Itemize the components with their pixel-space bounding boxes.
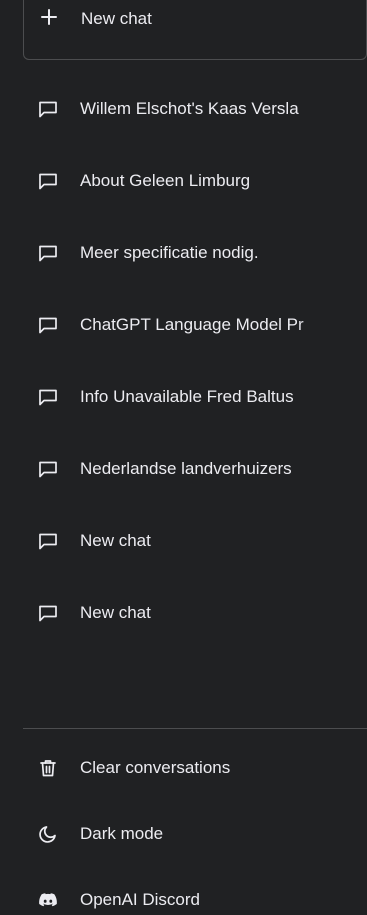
chat-history-item[interactable]: New chat xyxy=(0,577,367,649)
chat-history-label: Willem Elschot's Kaas Versla xyxy=(80,99,299,118)
openai-discord-link[interactable]: OpenAI Discord xyxy=(0,872,367,915)
plus-icon xyxy=(41,9,57,25)
chat-history-label: About Geleen Limburg xyxy=(80,171,251,190)
chat-bubble-icon xyxy=(39,317,57,334)
new-chat-button[interactable]: New chat xyxy=(23,0,367,60)
chat-history-label: Meer specificatie nodig. xyxy=(80,243,259,262)
divider xyxy=(23,728,367,729)
clear-conversations-button[interactable]: Clear conversations xyxy=(0,740,367,796)
discord-icon xyxy=(39,893,57,907)
chat-history-item[interactable]: Meer specificatie nodig. xyxy=(0,217,367,289)
chat-history-label: ChatGPT Language Model Pr xyxy=(80,315,304,334)
dark-mode-label: Dark mode xyxy=(80,824,164,843)
openai-discord-label: OpenAI Discord xyxy=(80,890,200,909)
chat-history-item[interactable]: New chat xyxy=(0,505,367,577)
trash-icon xyxy=(40,760,56,777)
dark-mode-toggle[interactable]: Dark mode xyxy=(0,806,367,862)
chat-bubble-icon xyxy=(39,389,57,406)
chat-bubble-icon xyxy=(39,605,57,622)
chat-history-label: New chat xyxy=(80,531,151,550)
chat-history-item[interactable]: Info Unavailable Fred Baltus xyxy=(0,361,367,433)
chat-history-item[interactable]: ChatGPT Language Model Pr xyxy=(0,289,367,361)
chat-history-label: Info Unavailable Fred Baltus xyxy=(80,387,294,406)
sidebar: New chat Willem Elschot's Kaas Versla Ab… xyxy=(0,0,367,915)
chat-history-label: Nederlandse landverhuizers xyxy=(80,459,292,478)
chat-history-item[interactable]: Nederlandse landverhuizers xyxy=(0,433,367,505)
chat-history-label: New chat xyxy=(80,603,151,622)
new-chat-label: New chat xyxy=(81,9,152,28)
moon-icon xyxy=(39,826,56,843)
chat-bubble-icon xyxy=(39,533,57,550)
chat-history-item[interactable]: Willem Elschot's Kaas Versla xyxy=(0,73,367,145)
chat-bubble-icon xyxy=(39,173,57,190)
clear-conversations-label: Clear conversations xyxy=(80,758,231,777)
chat-bubble-icon xyxy=(39,245,57,262)
chat-bubble-icon xyxy=(39,461,57,478)
chat-bubble-icon xyxy=(39,101,57,118)
chat-history-list: Willem Elschot's Kaas Versla About Gelee… xyxy=(0,73,367,649)
chat-history-item[interactable]: About Geleen Limburg xyxy=(0,145,367,217)
